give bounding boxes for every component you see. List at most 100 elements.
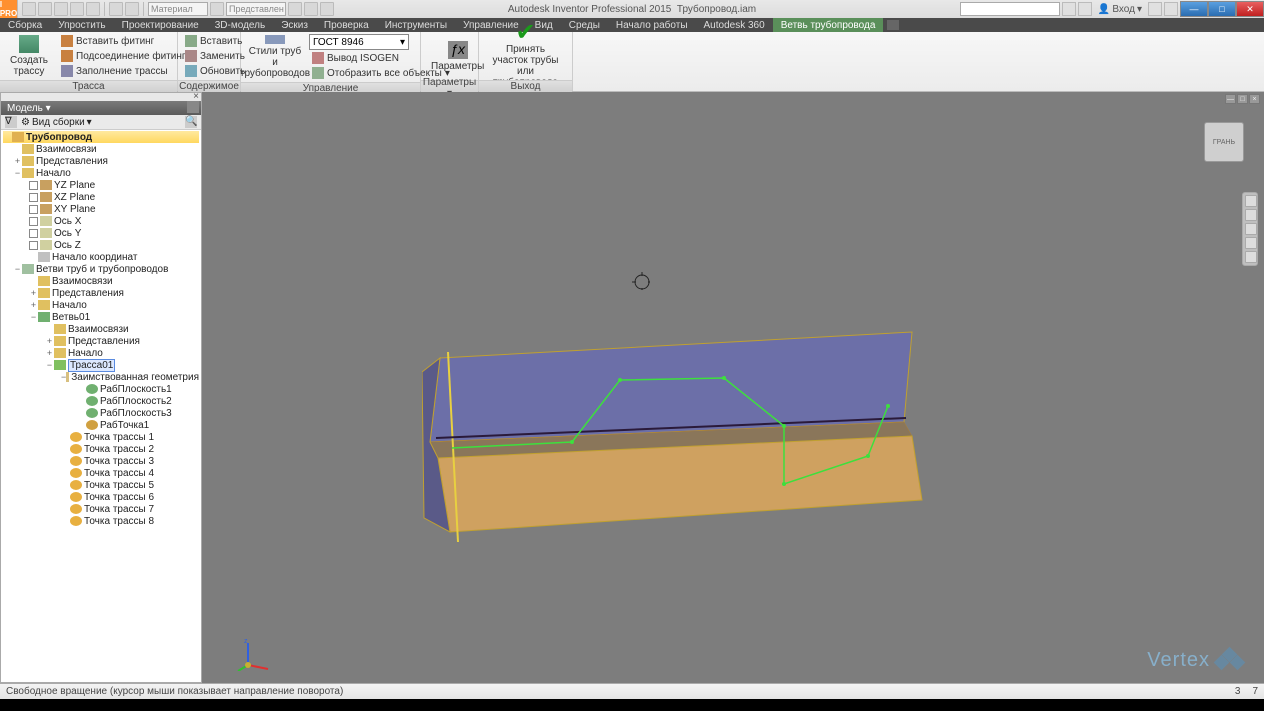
tab-3dmodel[interactable]: 3D-модель xyxy=(207,18,273,32)
material-dropdown[interactable]: Материал xyxy=(148,2,208,16)
tree-rp1[interactable]: Точка трассы 1 xyxy=(3,431,199,443)
tree-wp3[interactable]: РабПлоскость3 xyxy=(3,407,199,419)
tree-yz-plane[interactable]: YZ Plane xyxy=(3,179,199,191)
tree-z-axis[interactable]: Ось Z xyxy=(3,239,199,251)
nav-zoom-icon[interactable] xyxy=(1245,223,1257,235)
ribbon-appearance-icon[interactable] xyxy=(887,20,899,30)
qat-extra-icon[interactable] xyxy=(320,2,334,16)
filter-icon[interactable]: ∇ xyxy=(5,116,17,128)
tree-rp6[interactable]: Точка трассы 6 xyxy=(3,491,199,503)
tree-x-axis[interactable]: Ось X xyxy=(3,215,199,227)
tree-rep3[interactable]: +Представления xyxy=(3,335,199,347)
tree-wp2[interactable]: РабПлоскость2 xyxy=(3,395,199,407)
qat-redo-icon[interactable] xyxy=(86,2,100,16)
tree-root[interactable]: Трубопровод xyxy=(3,131,199,143)
tree-relationships[interactable]: Взаимосвязи xyxy=(3,143,199,155)
window-maximize-button[interactable]: □ xyxy=(1208,1,1236,17)
doc-max-button[interactable]: □ xyxy=(1237,94,1248,104)
panel-exit-label: Выход xyxy=(479,80,572,92)
update-button[interactable]: Обновить xyxy=(182,64,248,78)
find-icon[interactable]: 🔍 xyxy=(185,116,197,128)
tree-xz-plane[interactable]: XZ Plane xyxy=(3,191,199,203)
tree-rep2[interactable]: +Представления xyxy=(3,287,199,299)
qat-save-icon[interactable] xyxy=(54,2,68,16)
window-minimize-button[interactable]: — xyxy=(1180,1,1208,17)
exchange-icon[interactable] xyxy=(1148,2,1162,16)
tree-representations[interactable]: +Представления xyxy=(3,155,199,167)
tree-center-point[interactable]: Начало координат xyxy=(3,251,199,263)
qat-select-icon[interactable] xyxy=(125,2,139,16)
tree-run1[interactable]: −Ветвь01 xyxy=(3,311,199,323)
tab-design[interactable]: Проектирование xyxy=(114,18,207,32)
tab-simplify[interactable]: Упростить xyxy=(50,18,113,32)
signin-button[interactable]: 👤 Вход ▾ xyxy=(1094,4,1146,15)
browser-filter-dropdown[interactable]: ⚙ Вид сборки ▾ xyxy=(21,117,92,128)
styles-icon xyxy=(265,35,285,44)
panel-manage: Стили труб и трубопроводов ГОСТ 8946▾ Вы… xyxy=(241,32,421,91)
window-close-button[interactable]: ✕ xyxy=(1236,1,1264,17)
nav-wheel-icon[interactable] xyxy=(1245,195,1257,207)
replace-button[interactable]: Заменить xyxy=(182,49,248,63)
tree-rp4[interactable]: Точка трассы 4 xyxy=(3,467,199,479)
qat-fx-icon[interactable] xyxy=(304,2,318,16)
help-icon[interactable] xyxy=(1164,2,1178,16)
tree-rp3[interactable]: Точка трассы 3 xyxy=(3,455,199,467)
tree-xy-plane[interactable]: XY Plane xyxy=(3,203,199,215)
nav-lookat-icon[interactable] xyxy=(1245,251,1257,263)
browser-toolbar: ∇ ⚙ Вид сборки ▾ 🔍 xyxy=(1,115,201,130)
tree-rp8[interactable]: Точка трассы 8 xyxy=(3,515,199,527)
tab-pipe-run[interactable]: Ветвь трубопровода xyxy=(773,18,884,32)
insert-icon xyxy=(185,35,197,47)
finish-button[interactable]: ✔ Принять участок трубы или трубопровода xyxy=(483,34,568,78)
pipe-styles-button[interactable]: Стили труб и трубопроводов xyxy=(245,35,305,79)
viewcube[interactable]: ГРАНЬ xyxy=(1204,122,1244,162)
tree-rp7[interactable]: Точка трассы 7 xyxy=(3,503,199,515)
axis-triad: x z xyxy=(236,637,270,671)
browser-config-icon[interactable] xyxy=(187,101,199,113)
tree-pipe-runs[interactable]: −Ветви труб и трубопроводов xyxy=(3,263,199,275)
standard-combo[interactable]: ГОСТ 8946▾ xyxy=(309,34,409,50)
qat-open-icon[interactable] xyxy=(38,2,52,16)
model-tree[interactable]: Трубопровод Взаимосвязи +Представления −… xyxy=(1,130,201,682)
nav-orbit-icon[interactable] xyxy=(1245,237,1257,249)
tab-environments[interactable]: Среды xyxy=(561,18,608,32)
tree-rp5[interactable]: Точка трассы 5 xyxy=(3,479,199,491)
tab-a360[interactable]: Autodesk 360 xyxy=(696,18,773,32)
qat-home-icon[interactable] xyxy=(109,2,123,16)
tree-wp1[interactable]: РабПлоскость1 xyxy=(3,383,199,395)
browser-close-button[interactable] xyxy=(1,93,201,101)
qat-material-picker-icon[interactable] xyxy=(210,2,224,16)
tree-wpt1[interactable]: РабТочка1 xyxy=(3,419,199,431)
tree-route1[interactable]: −Трасса01 xyxy=(3,359,199,371)
tab-getstarted[interactable]: Начало работы xyxy=(608,18,696,32)
create-route-button[interactable]: Создать трассу xyxy=(4,34,54,78)
key-icon[interactable] xyxy=(1078,2,1092,16)
tree-origin2[interactable]: +Начало xyxy=(3,299,199,311)
viewport-3d[interactable]: — □ × ГРАНЬ xyxy=(202,92,1264,683)
tree-rp2[interactable]: Точка трассы 2 xyxy=(3,443,199,455)
browser-header[interactable]: Модель ▾ xyxy=(1,101,201,115)
tab-assembly[interactable]: Сборка xyxy=(0,18,50,32)
nav-pan-icon[interactable] xyxy=(1245,209,1257,221)
tab-tools[interactable]: Инструменты xyxy=(377,18,455,32)
qat-undo-icon[interactable] xyxy=(70,2,84,16)
panel-route: Создать трассу Вставить фитинг Подсоедин… xyxy=(0,32,178,91)
tree-origin3[interactable]: +Начало xyxy=(3,347,199,359)
tab-sketch[interactable]: Эскиз xyxy=(273,18,316,32)
qat-new-icon[interactable] xyxy=(22,2,36,16)
qat-appearance-picker-icon[interactable] xyxy=(288,2,302,16)
search-icon[interactable] xyxy=(1062,2,1076,16)
insert-button[interactable]: Вставить xyxy=(182,34,248,48)
doc-close-button[interactable]: × xyxy=(1249,94,1260,104)
appearance-dropdown[interactable]: Представлен xyxy=(226,2,286,16)
tree-origin[interactable]: −Начало xyxy=(3,167,199,179)
tab-inspect[interactable]: Проверка xyxy=(316,18,377,32)
panel-exit: ✔ Принять участок трубы или трубопровода… xyxy=(479,32,573,91)
app-logo[interactable]: IPRO xyxy=(0,0,18,18)
tree-borrowed-geom[interactable]: −Заимствованная геометрия xyxy=(3,371,199,383)
tree-y-axis[interactable]: Ось Y xyxy=(3,227,199,239)
help-search-input[interactable] xyxy=(960,2,1060,16)
doc-min-button[interactable]: — xyxy=(1225,94,1236,104)
tree-rel3[interactable]: Взаимосвязи xyxy=(3,323,199,335)
tree-rel2[interactable]: Взаимосвязи xyxy=(3,275,199,287)
